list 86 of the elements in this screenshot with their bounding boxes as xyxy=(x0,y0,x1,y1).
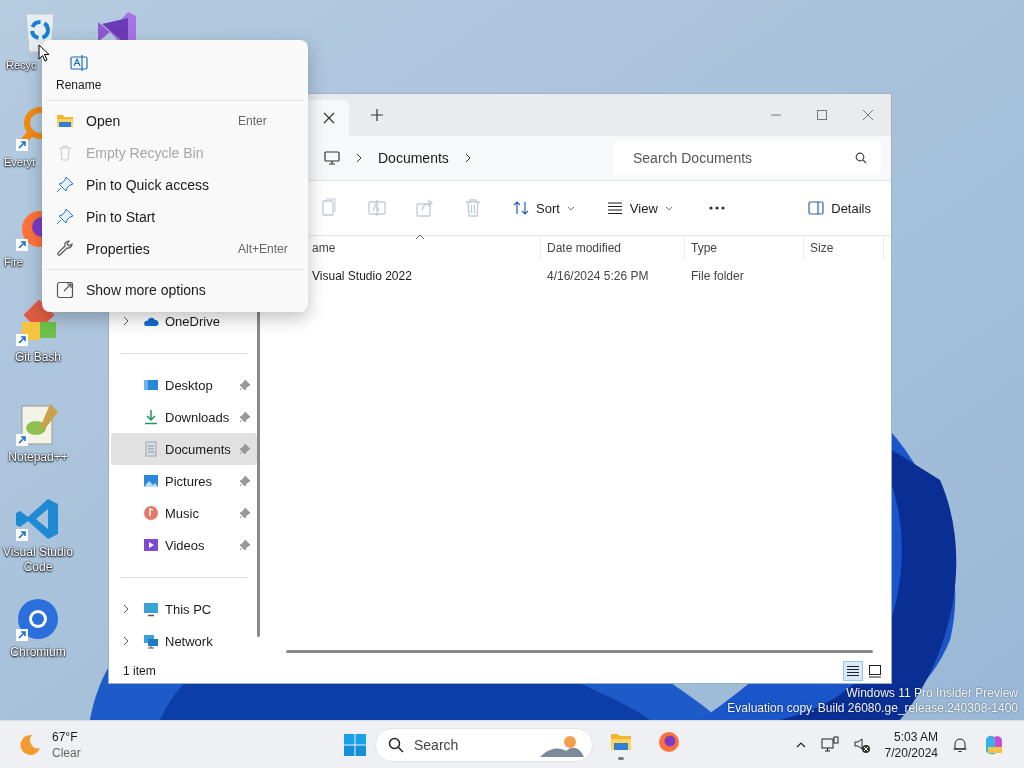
lines-icon xyxy=(606,200,623,216)
search-icon xyxy=(855,152,867,164)
temperature-text: 67°F xyxy=(52,729,79,745)
chevron-right-icon xyxy=(354,153,364,163)
sidebar-item[interactable]: Network xyxy=(111,625,257,657)
moon-icon xyxy=(18,733,42,757)
pin-icon[interactable] xyxy=(239,539,251,551)
sort-button[interactable]: Sort xyxy=(511,196,577,220)
status-text: 1 item xyxy=(123,664,156,678)
network-icon xyxy=(143,633,159,649)
pin-icon[interactable] xyxy=(239,443,251,455)
plus-icon[interactable] xyxy=(371,109,383,121)
sort-arrows-icon xyxy=(513,200,529,216)
chevron-right-icon[interactable] xyxy=(121,604,131,614)
icon-label: Notepad++ xyxy=(7,450,69,465)
wrench-icon xyxy=(56,240,74,258)
search-icon xyxy=(388,736,404,753)
pin-icon[interactable] xyxy=(239,475,251,487)
type-cell-text: File folder xyxy=(690,269,745,283)
caret-down-icon xyxy=(664,204,673,212)
pin-icon xyxy=(56,208,74,226)
sidebar-item[interactable]: Music xyxy=(111,497,257,529)
file-name: Visual Studio 2022 xyxy=(311,269,413,283)
sidebar-item[interactable]: Videos xyxy=(111,529,257,561)
trash-icon xyxy=(56,144,74,162)
icon-label: Fire xyxy=(4,255,23,270)
pin-icon[interactable] xyxy=(239,379,251,391)
sidebar-item[interactable]: Pictures xyxy=(111,465,257,497)
taskbar-search-field[interactable]: Search xyxy=(375,727,593,762)
sidebar-item[interactable]: Desktop xyxy=(111,369,257,401)
menu-item[interactable]: Pin to Quick access xyxy=(46,169,304,201)
sidebar-item[interactable]: This PC xyxy=(111,593,257,625)
rename-icon xyxy=(68,52,89,73)
icon-label: Chromium xyxy=(9,645,67,660)
chevron-right-icon[interactable] xyxy=(121,636,131,646)
icon-label: Everyt xyxy=(4,155,36,170)
menu-item[interactable]: Show more options xyxy=(46,274,304,306)
music-icon xyxy=(143,505,159,521)
breadcrumb[interactable]: Documents xyxy=(378,150,449,166)
view-button[interactable]: View xyxy=(604,196,675,220)
maximize-icon[interactable] xyxy=(816,109,828,121)
tile-icon xyxy=(868,664,882,678)
monitor-icon xyxy=(143,377,159,393)
caret-up-icon xyxy=(415,234,425,240)
pin-icon[interactable] xyxy=(239,411,251,423)
menu-item[interactable]: Pin to Start xyxy=(46,201,304,233)
monitor-icon xyxy=(324,150,340,166)
caret-down-icon xyxy=(566,204,575,212)
close-icon[interactable] xyxy=(323,112,335,124)
scrollbar[interactable] xyxy=(286,650,873,653)
column-header[interactable]: Date modified xyxy=(541,236,685,260)
icon-label: Recyc xyxy=(6,58,37,73)
taskbar-search-input[interactable]: Search xyxy=(412,735,532,754)
video-icon xyxy=(143,537,159,553)
monitor-icon xyxy=(143,601,159,617)
panel-icon xyxy=(808,200,825,216)
menu-item[interactable]: Open Enter xyxy=(46,105,304,137)
list-icon xyxy=(846,664,860,678)
bell-icon[interactable] xyxy=(952,736,968,753)
clock[interactable]: 5:03 AM 7/20/2024 xyxy=(884,728,938,761)
speaker-muted-icon[interactable] xyxy=(852,735,871,754)
icon-label: Git Bash xyxy=(14,350,62,365)
icon-label: Visual Studio Code xyxy=(3,545,73,575)
rename-button[interactable]: Rename xyxy=(54,48,104,96)
column-header[interactable]: Size xyxy=(804,236,884,260)
pin-icon xyxy=(56,176,74,194)
document-icon xyxy=(143,441,159,457)
windows-start-icon[interactable] xyxy=(343,732,367,757)
list-view-button[interactable] xyxy=(843,661,863,681)
download-icon xyxy=(143,409,159,425)
condition-text: Clear xyxy=(52,745,81,761)
column-header[interactable]: Type xyxy=(685,236,804,260)
pin-icon[interactable] xyxy=(239,507,251,519)
details-button[interactable]: Details xyxy=(806,196,873,220)
weather-widget[interactable]: 67°F Clear xyxy=(18,729,81,761)
expand-icon xyxy=(56,281,74,299)
network-icon[interactable] xyxy=(820,735,839,754)
chevron-right-icon[interactable] xyxy=(121,316,131,326)
sidebar-item[interactable]: Documents xyxy=(111,433,257,465)
fox-globe-icon xyxy=(657,729,681,754)
image-icon xyxy=(143,473,159,489)
sidebar-item[interactable]: Downloads xyxy=(111,401,257,433)
shortcut-hint: Enter xyxy=(238,114,268,128)
folder-icon xyxy=(56,112,74,130)
search-field[interactable]: Search Documents xyxy=(613,141,881,175)
date-cell-text: 4/16/2024 5:26 PM xyxy=(546,269,650,283)
